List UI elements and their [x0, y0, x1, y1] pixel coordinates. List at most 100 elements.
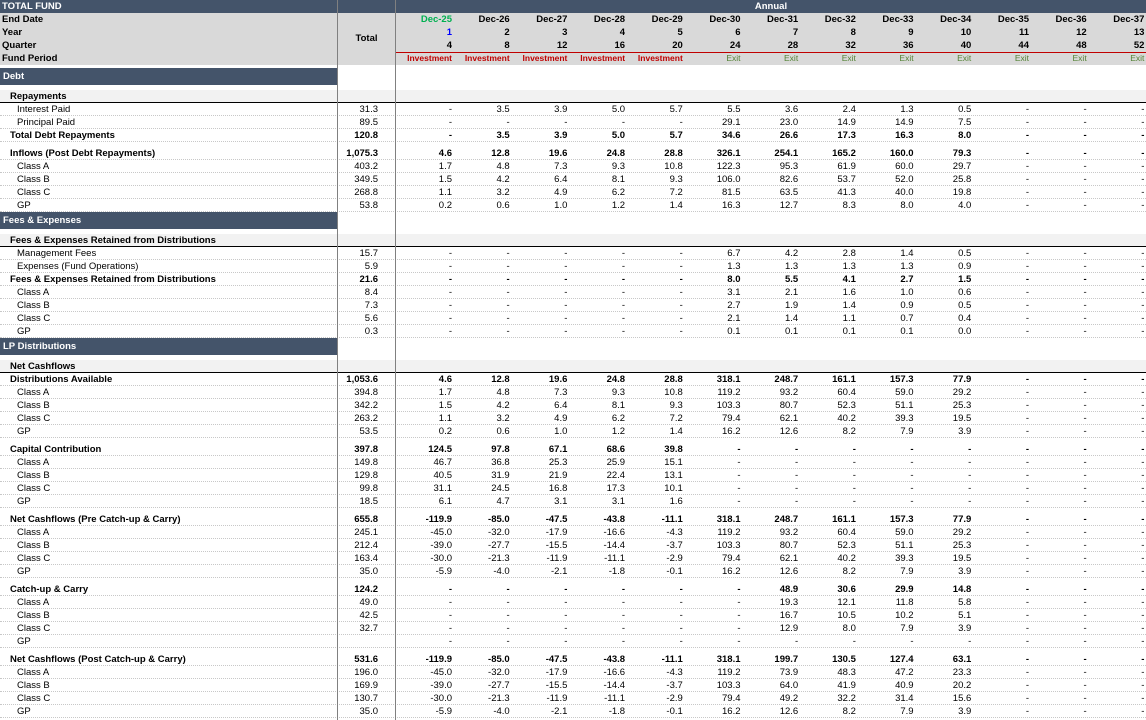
total-row: Fees & Expenses Retained from Distributi…	[0, 273, 1146, 286]
section-title: Debt	[3, 71, 25, 82]
row-separator	[0, 647, 1146, 648]
data-row: GP 53.5 0.2 0.6 1.0 1.2 1.4 16.2 12.6 8.2 7.9 3.9- -…	[0, 425, 1146, 438]
subsection-header: Fees & Expenses Retained from Distributi…	[0, 234, 1146, 247]
column-year: 10	[960, 27, 972, 38]
column-quarter: 16	[614, 40, 626, 51]
section-title: Fees & Expenses	[3, 215, 82, 226]
column-period: Investment	[580, 53, 626, 63]
column-year: 11	[1018, 27, 1029, 38]
header-label: Fund Period	[2, 53, 58, 64]
column-year: 13	[1133, 27, 1145, 38]
divider-label	[337, 0, 338, 720]
data-row: Class C 263.2 1.1 3.2 4.9 6.2 7.2 79.4 62.1 40.2 3…	[0, 412, 1146, 425]
header-block: TOTAL FUND Annual End Date Year Quarter Fun…	[0, 0, 1146, 65]
data-row: Class B 42.5- - - - - -16.7 10.5 10.2 5.1- - -	[0, 609, 1146, 622]
data-row: Class A 8.4- - - - -3.1 2.1 1.6 1.0 0.6- - -	[0, 286, 1146, 299]
column-date: Dec-29	[651, 14, 683, 25]
data-row: Class B 169.9 -39.0 -27.7 -15.5 -14.4 -3.7 103.…	[0, 679, 1146, 692]
total-row: Distributions Available 1,053.6 4.6 12.8 19.…	[0, 373, 1146, 386]
data-row: GP 53.8 0.2 0.6 1.0 1.2 1.4 16.3 12.7 8.3 8.0 4.0- -…	[0, 199, 1146, 212]
column-period: Exit	[841, 53, 856, 63]
column-quarter: 44	[1018, 40, 1029, 51]
data-row: GP - - - - - - - - - - - - -	[0, 635, 1146, 648]
header-label: End Date	[2, 14, 44, 25]
column-year: 3	[562, 27, 568, 38]
total-row: Catch-up & Carry 124.2- - - - - -48.9 30.6 29.9 1…	[0, 583, 1146, 596]
column-date: Dec-26	[478, 14, 510, 25]
header-label: Year	[2, 27, 23, 38]
column-year: 1	[446, 27, 452, 38]
annual-label: Annual	[754, 1, 788, 12]
column-period: Exit	[1130, 53, 1145, 63]
column-date: Dec-37	[1113, 14, 1145, 25]
data-row: Class A 196.0 -45.0 -32.0 -17.9 -16.6 -4.3 119.…	[0, 666, 1146, 679]
column-quarter: 52	[1133, 40, 1145, 51]
column-quarter: 8	[504, 40, 510, 51]
column-period: Investment	[464, 53, 510, 63]
data-row: Interest Paid 31.3-3.5 3.9 5.0 5.7 5.5 3.6 2.4 1…	[0, 103, 1146, 116]
data-row: Class B 7.3- - - - -2.7 1.9 1.4 0.9 0.5- - -	[0, 299, 1146, 312]
column-date: Dec-33	[882, 14, 914, 25]
column-quarter: 24	[729, 40, 741, 51]
data-row: Class A 245.1 -45.0 -32.0 -17.9 -16.6 -4.3 119.…	[0, 526, 1146, 539]
data-row: GP 35.0 -5.9 -4.0 -2.1 -1.8 -0.1 16.2 12.6 8.2 7.9…	[0, 565, 1146, 578]
row-separator	[0, 577, 1146, 578]
column-date: Dec-28	[593, 14, 626, 25]
data-row: Class C 130.7 -30.0 -21.3 -11.9 -11.1 -2.9 79.4…	[0, 692, 1146, 705]
column-year: 2	[504, 27, 510, 38]
total-row: Total Debt Repayments 120.8-3.5 3.9 5.0 5.7 3…	[0, 129, 1146, 142]
column-year: 4	[619, 27, 626, 38]
column-quarter: 36	[903, 40, 914, 51]
row-separator	[0, 141, 1146, 142]
column-date: Dec-34	[940, 14, 972, 25]
subsection-header: Net Cashflows	[0, 360, 1146, 373]
data-row: Class A 49.0- - - - - -19.3 12.1 11.8 5.8- - -	[0, 596, 1146, 609]
row-separator	[0, 717, 1146, 718]
data-row: Class C 5.6- - - - -2.1 1.4 1.1 0.7 0.4- - -	[0, 312, 1146, 325]
total-row: Inflows (Post Debt Repayments) 1,075.3 4.6…	[0, 147, 1146, 160]
section-header: LP Distributions	[0, 338, 1146, 355]
column-date: Dec-27	[536, 14, 568, 25]
total-header: Total	[355, 33, 378, 44]
data-row: Class C 99.8 31.1 24.5 16.8 17.3 10.1- - - - - - - -	[0, 482, 1146, 495]
data-row: Class C 32.7- - - - - -12.9 8.0 7.9 3.9- - -	[0, 622, 1146, 635]
section-title: LP Distributions	[3, 341, 77, 352]
column-period: Exit	[1072, 53, 1087, 63]
sheet-title: TOTAL FUND	[2, 1, 62, 12]
data-row: Class A 394.8 1.7 4.8 7.3 9.3 10.8 119.2 93.2 60.…	[0, 386, 1146, 399]
data-row: Class A 403.2 1.7 4.8 7.3 9.3 10.8 122.3 95.3 61.…	[0, 160, 1146, 173]
header-label: Quarter	[2, 40, 37, 51]
column-period: Exit	[899, 53, 914, 63]
column-quarter: 20	[672, 40, 683, 51]
column-period: Exit	[957, 53, 972, 63]
column-period: Investment	[407, 53, 452, 63]
total-row: Capital Contribution 397.8 124.5 97.8 67.1 68…	[0, 443, 1146, 456]
data-row: Class B 342.2 1.5 4.2 6.4 8.1 9.3 103.3 80.7 52.3…	[0, 399, 1146, 412]
column-date: Dec-32	[824, 14, 856, 25]
column-period: Investment	[637, 53, 683, 63]
data-row: Class A 149.8 46.7 36.8 25.3 25.9 15.1- - - - - - - -	[0, 456, 1146, 469]
data-row: Class B 349.5 1.5 4.2 6.4 8.1 9.3 106.0 82.6 53.7…	[0, 173, 1146, 186]
column-year: 8	[850, 27, 856, 38]
row-separator	[0, 507, 1146, 508]
data-row: Class C 268.8 1.1 3.2 4.9 6.2 7.2 81.5 63.5 41.3 4…	[0, 186, 1146, 199]
column-year: 5	[677, 27, 683, 38]
column-quarter: 4	[446, 40, 452, 51]
data-row: Expenses (Fund Operations) 5.9- - - - -1.3 1.3…	[0, 260, 1146, 273]
column-date: Dec-31	[767, 14, 799, 25]
section-header: Debt	[0, 68, 1146, 85]
data-row: GP 18.5 6.1 4.7 3.1 3.1 1.6- - - - - - - -	[0, 495, 1146, 508]
column-period: Exit	[1014, 53, 1029, 63]
total-row: Net Cashflows (Post Catch-up & Carry) 531…	[0, 653, 1146, 666]
column-period: Investment	[522, 53, 568, 63]
data-row: Class C 163.4 -30.0 -21.3 -11.9 -11.1 -2.9 79.4…	[0, 552, 1146, 565]
column-quarter: 12	[556, 40, 568, 51]
column-date: Dec-36	[1055, 14, 1087, 25]
data-row: Class B 212.4 -39.0 -27.7 -15.5 -14.4 -3.7 103.…	[0, 539, 1146, 552]
data-row: GP 35.0 -5.9 -4.0 -2.1 -1.8 -0.1 16.2 12.6 8.2 7.9…	[0, 705, 1146, 718]
spreadsheet: TOTAL FUND Annual End Date Year Quarter Fun…	[0, 0, 1146, 720]
column-quarter: 40	[960, 40, 972, 51]
column-date: Dec-30	[709, 14, 741, 25]
column-date: Dec-35	[997, 14, 1029, 25]
column-quarter: 32	[845, 40, 856, 51]
